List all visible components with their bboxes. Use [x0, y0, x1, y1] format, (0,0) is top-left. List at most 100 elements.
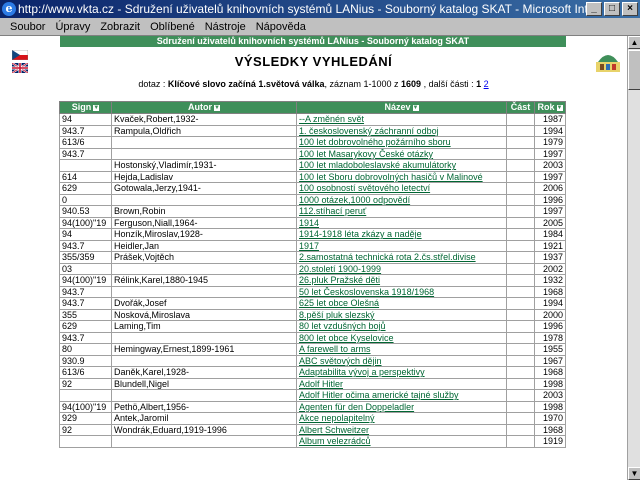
cell-sign: 614	[59, 170, 112, 183]
menu-oblibene[interactable]: Oblíbené	[150, 18, 195, 35]
cell-author: Ferguson,Niall,1964-	[111, 216, 297, 229]
menu-upravy[interactable]: Úpravy	[55, 18, 90, 35]
cell-year: 1997	[534, 205, 566, 218]
cell-sign: 943.7	[59, 285, 112, 298]
site-banner: Sdružení uživatelů knihovních systémů LA…	[60, 36, 566, 47]
table-row: 614 Hejda,Ladislav 100 let Sboru dobrovoln…	[59, 170, 566, 183]
title-link[interactable]: Albert Schweitzer	[299, 425, 369, 435]
table-row: 943.7 100 let Masarykovy České otázky 1997	[59, 147, 566, 160]
scroll-down-icon[interactable]: ▼	[628, 467, 640, 480]
title-link[interactable]: Akce nepolapitelný	[299, 413, 375, 423]
title-link[interactable]: 112.stíhací peruť	[299, 206, 366, 216]
cell-author	[111, 285, 297, 298]
results-table: Sign ▼ Autor ▼ Název ▼ Část Rok ▼ 94 Kvaček,R…	[59, 101, 566, 448]
title-link[interactable]: ABC světových dějin	[299, 356, 382, 366]
header-year[interactable]: Rok ▼	[534, 101, 566, 114]
cell-sign: 92	[59, 377, 112, 390]
cell-title: 100 let dobrovolného požárního sboru	[296, 136, 507, 149]
page-link-2[interactable]: 2	[484, 79, 489, 89]
cell-title: Adolf Hitler očima americké tajné služby	[296, 389, 507, 402]
title-link[interactable]: 1914	[299, 218, 319, 228]
cell-part	[506, 297, 535, 310]
title-link[interactable]: 1. československý záchranní odboj	[299, 126, 439, 136]
header-author[interactable]: Autor ▼	[111, 101, 297, 114]
maximize-button[interactable]: □	[604, 2, 620, 16]
sort-icon[interactable]: ▼	[93, 104, 100, 111]
cell-part	[506, 423, 535, 436]
title-link[interactable]: 26.pluk Pražské děti	[299, 275, 380, 285]
cell-sign: 629	[59, 182, 112, 195]
header-year-label: Rok	[537, 102, 555, 112]
table-row: 929 Antek,Jaromil Akce nepolapitelný 1970	[59, 412, 566, 425]
table-row: Album velezrádců 1919	[59, 435, 566, 448]
query-prefix: dotaz :	[138, 79, 168, 89]
title-link[interactable]: 800 let obce Kyselovice	[299, 333, 394, 343]
title-link[interactable]: 100 let dobrovolného požárního sboru	[299, 137, 451, 147]
title-link[interactable]: --A změnén svět	[299, 114, 364, 124]
title-link[interactable]: 1914-1918 léta zkázy a naděje	[299, 229, 422, 239]
cell-title: 100 let Masarykovy České otázky	[296, 147, 507, 160]
sort-icon[interactable]: ▼	[556, 104, 563, 111]
table-row: Adolf Hitler očima americké tajné služby…	[59, 389, 566, 402]
menu-zobrazit[interactable]: Zobrazit	[100, 18, 140, 35]
table-row: 0 1000 otázek,1000 odpovědí 1996	[59, 193, 566, 206]
header-part: Část	[506, 101, 535, 114]
title-link[interactable]: 8.pěší pluk slezský	[299, 310, 375, 320]
cell-title: Adaptabilita vývoj a perspektivy	[296, 366, 507, 379]
title-link[interactable]: A farewell to arms	[299, 344, 371, 354]
table-row: 94 Kvaček,Robert,1932- --A změnén svět 1987	[59, 113, 566, 126]
query-summary: dotaz : Klíčové slovo začíná 1.světová v…	[0, 79, 627, 89]
title-link[interactable]: 1000 otázek,1000 odpovědí	[299, 195, 410, 205]
title-link[interactable]: 1917	[299, 241, 319, 251]
table-row: 613/6 Daněk,Karel,1928- Adaptabilita vývoj…	[59, 366, 566, 379]
sort-icon[interactable]: ▼	[214, 104, 220, 111]
cell-author: Gotowala,Jerzy,1941-	[111, 182, 297, 195]
cell-part	[506, 366, 535, 379]
cell-year: 1978	[534, 331, 566, 344]
title-link[interactable]: 100 let Masarykovy České otázky	[299, 149, 433, 159]
menu-nastroje[interactable]: Nástroje	[205, 18, 246, 35]
title-link[interactable]: Agenten für den Doppeladler	[299, 402, 414, 412]
title-link[interactable]: 80 let vzdušných bojů	[299, 321, 386, 331]
vertical-scrollbar[interactable]: ▲ ▼	[627, 36, 640, 480]
cell-author	[111, 389, 297, 402]
scroll-up-icon[interactable]: ▲	[628, 36, 640, 49]
header-title[interactable]: Název ▼	[296, 101, 507, 114]
sort-icon[interactable]: ▼	[412, 104, 419, 111]
cell-title: ABC světových dějin	[296, 354, 507, 367]
title-link[interactable]: 2.samostatná technická rota 2.čs.střel.d…	[299, 252, 476, 262]
cell-author: Wondrák,Eduard,1919-1996	[111, 423, 297, 436]
cell-author: Hejda,Ladislav	[111, 170, 297, 183]
cell-part	[506, 193, 535, 206]
cell-author	[111, 193, 297, 206]
title-link[interactable]: Album velezrádců	[299, 436, 371, 446]
scroll-thumb[interactable]	[628, 50, 640, 90]
title-link[interactable]: 50 let Československa 1918/1968	[299, 287, 434, 297]
current-page: 1	[476, 79, 482, 89]
title-link[interactable]: 100 let mladoboleslavské akumulátorky	[299, 160, 456, 170]
cell-sign: 943.7	[59, 297, 112, 310]
cell-year: 1968	[534, 366, 566, 379]
header-sign[interactable]: Sign ▼	[59, 101, 112, 114]
cell-title: 112.stíhací peruť	[296, 205, 507, 218]
title-link[interactable]: Adolf Hitler očima americké tajné služby	[299, 390, 459, 400]
cell-title: 1. československý záchranní odboj	[296, 124, 507, 137]
close-button[interactable]: ×	[622, 2, 638, 16]
title-link[interactable]: Adaptabilita vývoj a perspektivy	[299, 367, 425, 377]
title-link[interactable]: Adolf Hitler	[299, 379, 343, 389]
cell-sign: 80	[59, 343, 112, 356]
cell-author: Antek,Jaromil	[111, 412, 297, 425]
cell-sign: 943.7	[59, 331, 112, 344]
minimize-button[interactable]: _	[586, 2, 602, 16]
cell-year: 1997	[534, 147, 566, 160]
menu-soubor[interactable]: Soubor	[10, 18, 45, 35]
cell-part	[506, 182, 535, 195]
cell-title: 1917	[296, 239, 507, 252]
menu-napoveda[interactable]: Nápověda	[256, 18, 306, 35]
title-link[interactable]: 20.století 1900-1999	[299, 264, 381, 274]
title-link[interactable]: 100 let Sboru dobrovolných hasičů v Mali…	[299, 172, 483, 182]
cell-part	[506, 320, 535, 333]
title-link[interactable]: 625 let obce Olešná	[299, 298, 379, 308]
title-link[interactable]: 100 osobností světového letectví	[299, 183, 430, 193]
cell-sign: 355/359	[59, 251, 112, 264]
